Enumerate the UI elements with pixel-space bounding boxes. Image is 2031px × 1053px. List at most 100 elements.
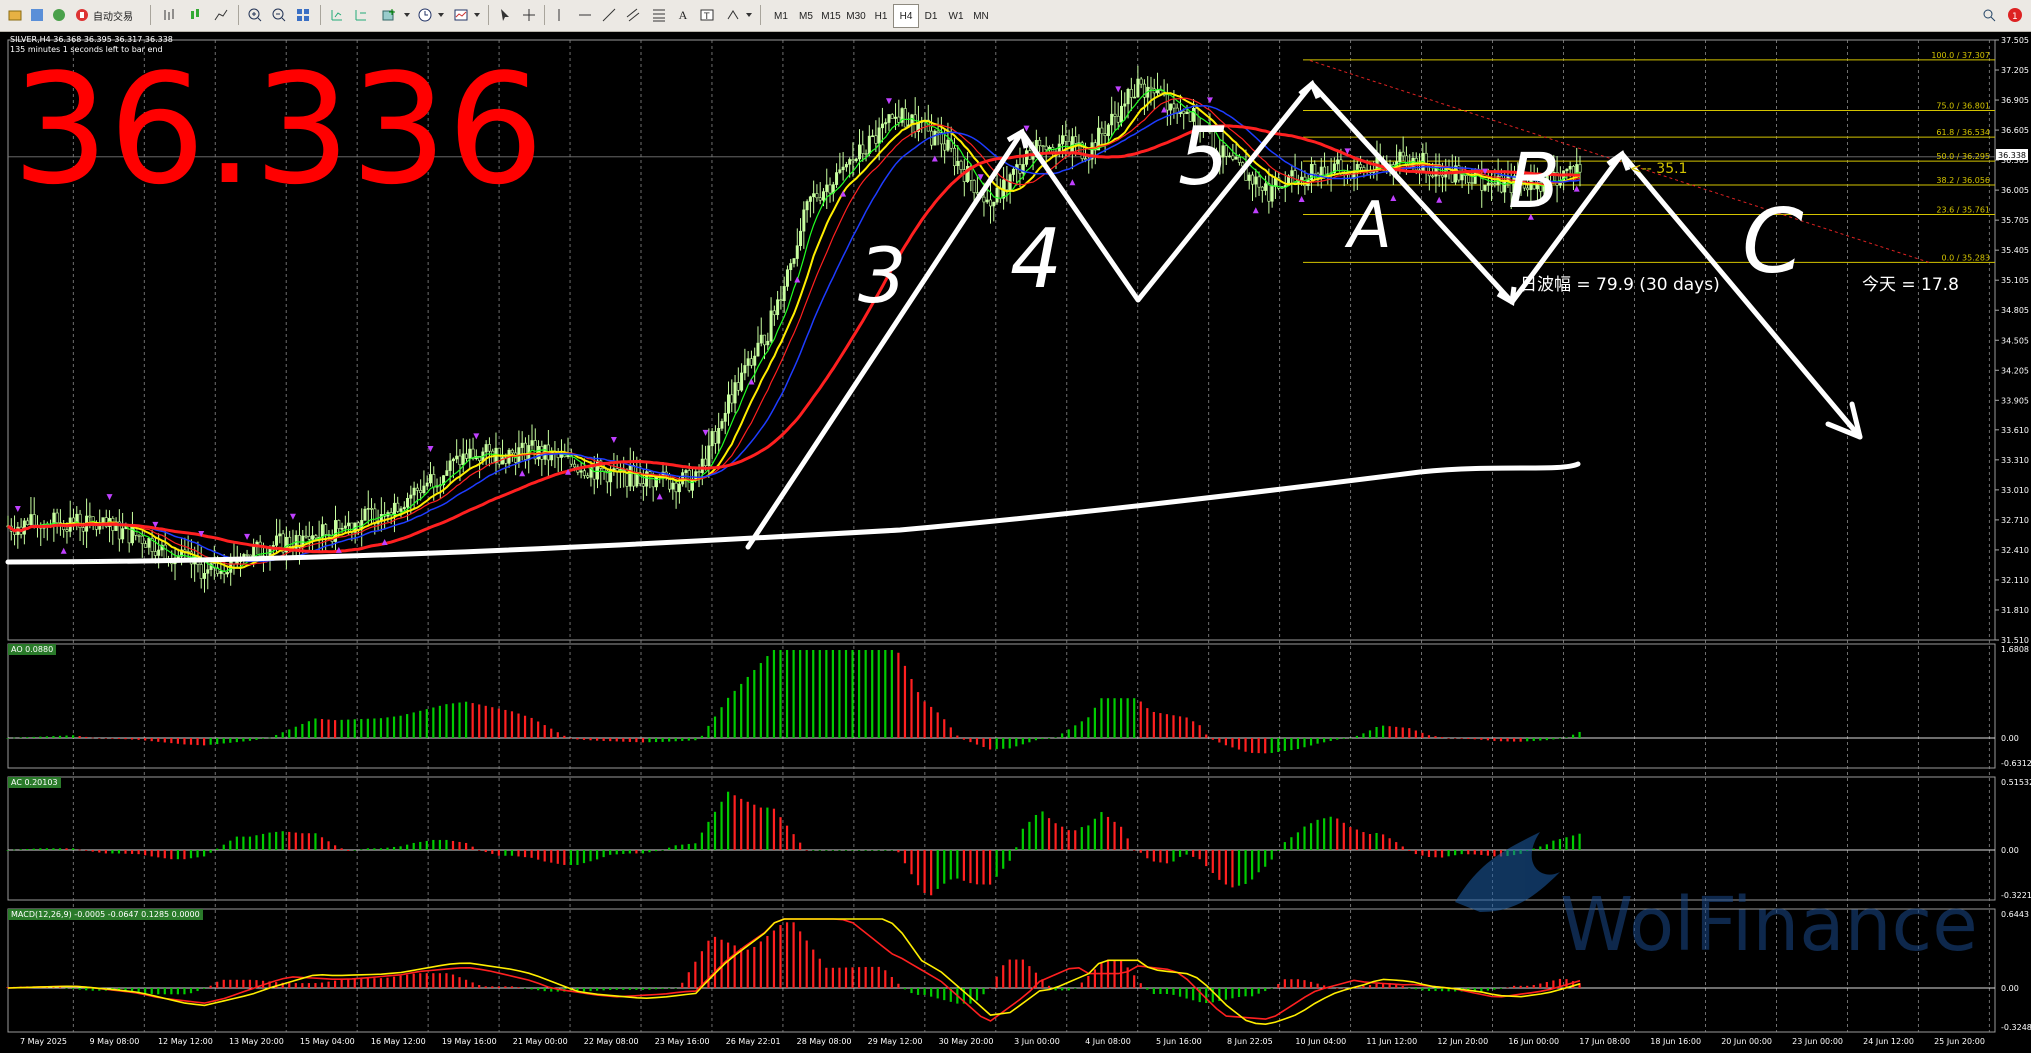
zoom-in-icon[interactable] — [244, 4, 266, 26]
trendline-icon[interactable] — [598, 4, 620, 26]
ac-bar — [910, 850, 913, 875]
tile-windows-icon[interactable] — [292, 4, 314, 26]
ao-bar — [851, 650, 854, 738]
ao-bar — [1519, 738, 1522, 742]
ao-bar — [1447, 738, 1450, 739]
chart-area[interactable]: 100.0 / 37.307 75.0 / 36.801 61.8 / 36.534… — [0, 32, 2031, 1049]
horizontal-line-icon[interactable] — [574, 4, 596, 26]
fibonacci-icon[interactable] — [648, 4, 670, 26]
candle-body — [1247, 174, 1251, 181]
candle-body — [1025, 150, 1029, 165]
ao-bar — [510, 711, 514, 738]
macd-axis-label: -0.3248 — [2001, 1023, 2031, 1032]
ao-bar — [157, 738, 160, 742]
macd-bar — [366, 978, 369, 988]
macd-bar — [163, 988, 166, 995]
ac-bar — [1270, 850, 1273, 860]
ac-bar — [923, 850, 926, 893]
timeframe-m15[interactable]: M15 — [818, 4, 844, 28]
macd-bar — [1087, 975, 1090, 988]
candle-body — [219, 570, 223, 574]
candle-body — [903, 108, 907, 128]
timeframe-m30[interactable]: M30 — [843, 4, 869, 28]
periods-icon[interactable] — [414, 4, 436, 26]
channel-icon[interactable] — [622, 4, 644, 26]
ao-bar — [78, 736, 81, 738]
crosshair-icon[interactable] — [518, 4, 540, 26]
macd-bar — [733, 945, 736, 988]
ao-bar — [26, 737, 29, 738]
candle-body — [582, 470, 586, 476]
macd-bar — [543, 988, 546, 992]
macd-bar — [877, 966, 880, 988]
macd-bar — [1408, 988, 1411, 989]
candle-body — [396, 502, 400, 512]
ac-bar — [838, 850, 841, 851]
ac-bar — [1185, 850, 1188, 855]
auto-scroll-icon[interactable] — [326, 4, 348, 26]
indicators-dropdown-icon[interactable] — [402, 4, 412, 26]
candlestick-chart-icon[interactable] — [184, 4, 206, 26]
notifications-icon[interactable]: 1 — [2004, 4, 2026, 26]
ac-bar — [465, 842, 468, 850]
candle-body — [484, 444, 488, 453]
svg-text:36.338: 36.338 — [1998, 151, 2026, 160]
candle-body — [245, 554, 249, 556]
bar-chart-icon[interactable] — [158, 4, 180, 26]
ao-bar — [1303, 738, 1306, 748]
candle-body — [808, 196, 812, 202]
templates-icon[interactable] — [450, 4, 472, 26]
ac-bar — [700, 832, 703, 850]
arrows-icon[interactable] — [722, 4, 744, 26]
ac-bar — [1460, 850, 1463, 855]
timeframe-m1[interactable]: M1 — [768, 4, 794, 28]
macd-label: MACD(12,26,9) -0.0005 -0.0647 0.1285 0.0… — [8, 909, 203, 920]
cursor-icon[interactable] — [494, 4, 516, 26]
candle-body — [1136, 78, 1140, 98]
ao-bar — [700, 735, 703, 738]
market-watch-icon[interactable] — [26, 4, 48, 26]
macd-bar — [713, 936, 717, 988]
macd-bar — [727, 942, 730, 988]
macd-bar — [189, 988, 193, 994]
timeframe-d1[interactable]: D1 — [918, 4, 944, 28]
search-icon[interactable] — [1978, 4, 2000, 26]
text-tool-icon[interactable]: A — [672, 4, 694, 26]
autotrade-button[interactable]: 自动交易 — [70, 4, 137, 26]
zoom-out-icon[interactable] — [268, 4, 290, 26]
timeframe-h1[interactable]: H1 — [868, 4, 894, 28]
timeframe-h4[interactable]: H4 — [893, 4, 919, 28]
ao-bar — [890, 650, 893, 738]
candle-body — [802, 209, 806, 232]
templates-dropdown-icon[interactable] — [472, 4, 482, 26]
timeframe-w1[interactable]: W1 — [943, 4, 969, 28]
label-tool-icon[interactable]: T — [696, 4, 718, 26]
macd-bar — [812, 949, 815, 988]
wave-label-a: A — [1344, 189, 1392, 263]
candle-body — [1290, 170, 1294, 177]
ac-bar — [1565, 837, 1568, 850]
svg-text:1: 1 — [2012, 12, 2018, 22]
timeframe-mn[interactable]: MN — [968, 4, 994, 28]
new-order-icon[interactable] — [4, 4, 26, 26]
timeframe-m5[interactable]: M5 — [793, 4, 819, 28]
ao-bar — [825, 650, 828, 738]
macd-bar — [582, 988, 586, 992]
macd-bar — [1100, 962, 1103, 988]
ao-bar — [609, 738, 612, 742]
vertical-line-icon[interactable] — [548, 4, 570, 26]
ac-bar — [1375, 832, 1378, 850]
indicators-icon[interactable] — [378, 4, 400, 26]
candle-body — [713, 431, 717, 444]
ao-bar — [1093, 707, 1096, 738]
chart-shift-icon[interactable] — [350, 4, 372, 26]
periods-dropdown-icon[interactable] — [436, 4, 446, 26]
line-chart-icon[interactable] — [210, 4, 232, 26]
ac-bar — [1414, 850, 1417, 855]
price-tick-label: 37.205 — [2001, 66, 2029, 75]
navigator-icon[interactable] — [48, 4, 70, 26]
macd-bar — [700, 951, 703, 988]
ao-bar — [65, 735, 68, 738]
ac-bar — [1061, 826, 1064, 850]
arrows-dropdown-icon[interactable] — [744, 4, 754, 26]
